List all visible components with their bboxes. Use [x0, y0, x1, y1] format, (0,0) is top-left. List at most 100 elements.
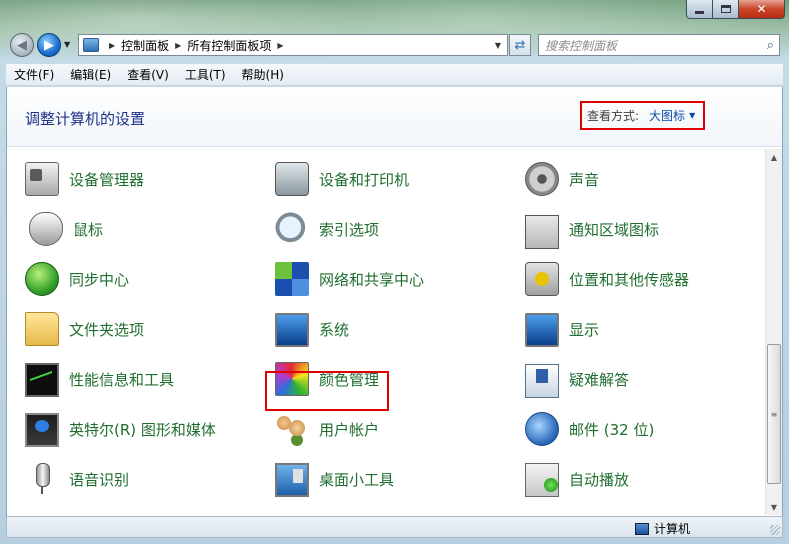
- item-performance[interactable]: 性能信息和工具: [25, 359, 174, 399]
- item-user-accounts[interactable]: 用户帐户: [275, 409, 379, 449]
- maximize-button[interactable]: [713, 0, 739, 19]
- microphone-icon: [25, 462, 59, 496]
- item-autoplay[interactable]: 自动播放: [525, 459, 629, 499]
- breadcrumb-separator-icon[interactable]: ▶: [109, 41, 115, 50]
- system-icon: [275, 313, 309, 347]
- item-label: 鼠标: [73, 220, 104, 239]
- item-sound[interactable]: 声音: [525, 159, 599, 199]
- chevron-down-icon[interactable]: ▼: [689, 111, 695, 120]
- item-label: 设备和打印机: [319, 170, 410, 189]
- item-label: 自动播放: [569, 470, 630, 489]
- forward-button[interactable]: ▶: [37, 33, 61, 57]
- breadcrumb-all-items[interactable]: 所有控制面板项: [187, 37, 271, 54]
- close-button[interactable]: ✕: [739, 0, 785, 19]
- computer-icon: [635, 522, 649, 535]
- view-mode-value[interactable]: 大图标: [649, 107, 685, 124]
- item-label: 索引选项: [319, 220, 380, 239]
- item-desktop-gadgets[interactable]: 桌面小工具: [275, 459, 394, 499]
- status-computer-label: 计算机: [654, 522, 691, 536]
- scrollbar-thumb[interactable]: ≡: [767, 344, 781, 484]
- performance-icon: [25, 363, 59, 397]
- menu-file[interactable]: 文件(F): [6, 66, 62, 83]
- breadcrumb-separator-icon[interactable]: ▶: [277, 41, 283, 50]
- item-intel-graphics[interactable]: 英特尔(R) 图形和媒体: [25, 409, 216, 449]
- item-system[interactable]: 系统: [275, 309, 349, 349]
- item-network-sharing[interactable]: 网络和共享中心: [275, 259, 424, 299]
- search-input[interactable]: 搜索控制面板 ⌕: [538, 34, 780, 56]
- item-label: 邮件 (32 位): [569, 420, 655, 439]
- item-speech-recognition[interactable]: 语音识别: [25, 459, 129, 499]
- close-icon: ✕: [756, 2, 767, 16]
- maximize-icon: [720, 5, 731, 13]
- page-title: 调整计算机的设置: [25, 110, 146, 128]
- recent-pages-dropdown[interactable]: ▼: [64, 40, 70, 49]
- forward-arrow-icon: ▶: [44, 37, 54, 53]
- scroll-up-icon[interactable]: ▲: [766, 149, 782, 165]
- control-panel-items: 设备管理器 设备和打印机 声音 鼠标 索引选项 通知区域图标 同步中心 网络和共…: [7, 149, 767, 515]
- speaker-icon: [525, 162, 559, 196]
- menu-bar: 文件(F) 编辑(E) 查看(V) 工具(T) 帮助(H): [6, 64, 783, 86]
- troubleshooting-icon: [525, 363, 559, 398]
- item-label: 疑难解答: [569, 370, 630, 389]
- item-label: 英特尔(R) 图形和媒体: [69, 420, 216, 439]
- view-mode-selector[interactable]: 查看方式: 大图标 ▼: [580, 101, 705, 130]
- address-bar[interactable]: ▶ 控制面板 ▶ 所有控制面板项 ▶ ▼: [78, 34, 508, 56]
- item-label: 网络和共享中心: [319, 270, 425, 289]
- item-label: 文件夹选项: [69, 320, 145, 339]
- item-label: 桌面小工具: [319, 470, 395, 489]
- item-label: 声音: [569, 170, 600, 189]
- printer-icon: [275, 162, 309, 196]
- sync-icon: [25, 262, 59, 296]
- back-arrow-icon: ◀: [17, 37, 27, 53]
- autoplay-icon: [525, 463, 559, 497]
- breadcrumb-separator-icon[interactable]: ▶: [175, 41, 181, 50]
- address-dropdown-icon[interactable]: ▼: [495, 41, 501, 50]
- folder-options-icon: [25, 312, 59, 346]
- location-sensor-icon: [525, 262, 559, 296]
- vertical-scrollbar[interactable]: ▲ ≡ ▼: [765, 149, 782, 515]
- magnifier-icon: [275, 212, 309, 246]
- refresh-button[interactable]: ⇄: [509, 34, 531, 56]
- search-icon[interactable]: ⌕: [767, 38, 774, 53]
- item-label: 通知区域图标: [569, 220, 660, 239]
- caption-buttons: ✕: [686, 0, 785, 20]
- menu-edit[interactable]: 编辑(E): [62, 66, 119, 83]
- menu-tools[interactable]: 工具(T): [177, 66, 234, 83]
- item-label: 设备管理器: [69, 170, 145, 189]
- content-panel: 调整计算机的设置 查看方式: 大图标 ▼ 设备管理器 设备和打印机 声音 鼠标 …: [6, 87, 783, 516]
- user-accounts-icon: [275, 412, 309, 446]
- device-manager-icon: [25, 162, 59, 196]
- menu-help[interactable]: 帮助(H): [234, 66, 292, 83]
- item-devices-printers[interactable]: 设备和打印机: [275, 159, 409, 199]
- control-panel-icon: [83, 38, 99, 52]
- item-mail[interactable]: 邮件 (32 位): [525, 409, 654, 449]
- scroll-down-icon[interactable]: ▼: [766, 499, 782, 515]
- minimize-button[interactable]: [686, 0, 713, 19]
- intel-graphics-icon: [25, 413, 59, 447]
- item-label: 同步中心: [69, 270, 130, 289]
- breadcrumb-control-panel[interactable]: 控制面板: [121, 37, 169, 54]
- status-bar: 计算机: [6, 516, 783, 538]
- item-mouse[interactable]: 鼠标: [25, 209, 103, 249]
- item-label: 性能信息和工具: [69, 370, 175, 389]
- menu-view[interactable]: 查看(V): [119, 66, 177, 83]
- resize-grip-icon[interactable]: [770, 525, 780, 535]
- minimize-icon: [695, 10, 704, 14]
- item-sync-center[interactable]: 同步中心: [25, 259, 129, 299]
- display-icon: [525, 313, 559, 347]
- mail-icon: [525, 412, 559, 446]
- view-mode-label: 查看方式:: [587, 109, 640, 123]
- item-display[interactable]: 显示: [525, 309, 599, 349]
- back-button[interactable]: ◀: [10, 33, 34, 57]
- item-label: 语音识别: [69, 470, 130, 489]
- notification-area-icon: [525, 214, 559, 249]
- item-device-manager[interactable]: 设备管理器: [25, 159, 144, 199]
- status-computer: 计算机: [635, 520, 690, 537]
- desktop-gadgets-icon: [275, 463, 309, 497]
- item-folder-options[interactable]: 文件夹选项: [25, 309, 144, 349]
- item-label: 位置和其他传感器: [569, 270, 690, 289]
- item-location-sensors[interactable]: 位置和其他传感器: [525, 259, 689, 299]
- item-troubleshooting[interactable]: 疑难解答: [525, 359, 629, 399]
- item-indexing-options[interactable]: 索引选项: [275, 209, 379, 249]
- item-notification-icons[interactable]: 通知区域图标: [525, 209, 659, 249]
